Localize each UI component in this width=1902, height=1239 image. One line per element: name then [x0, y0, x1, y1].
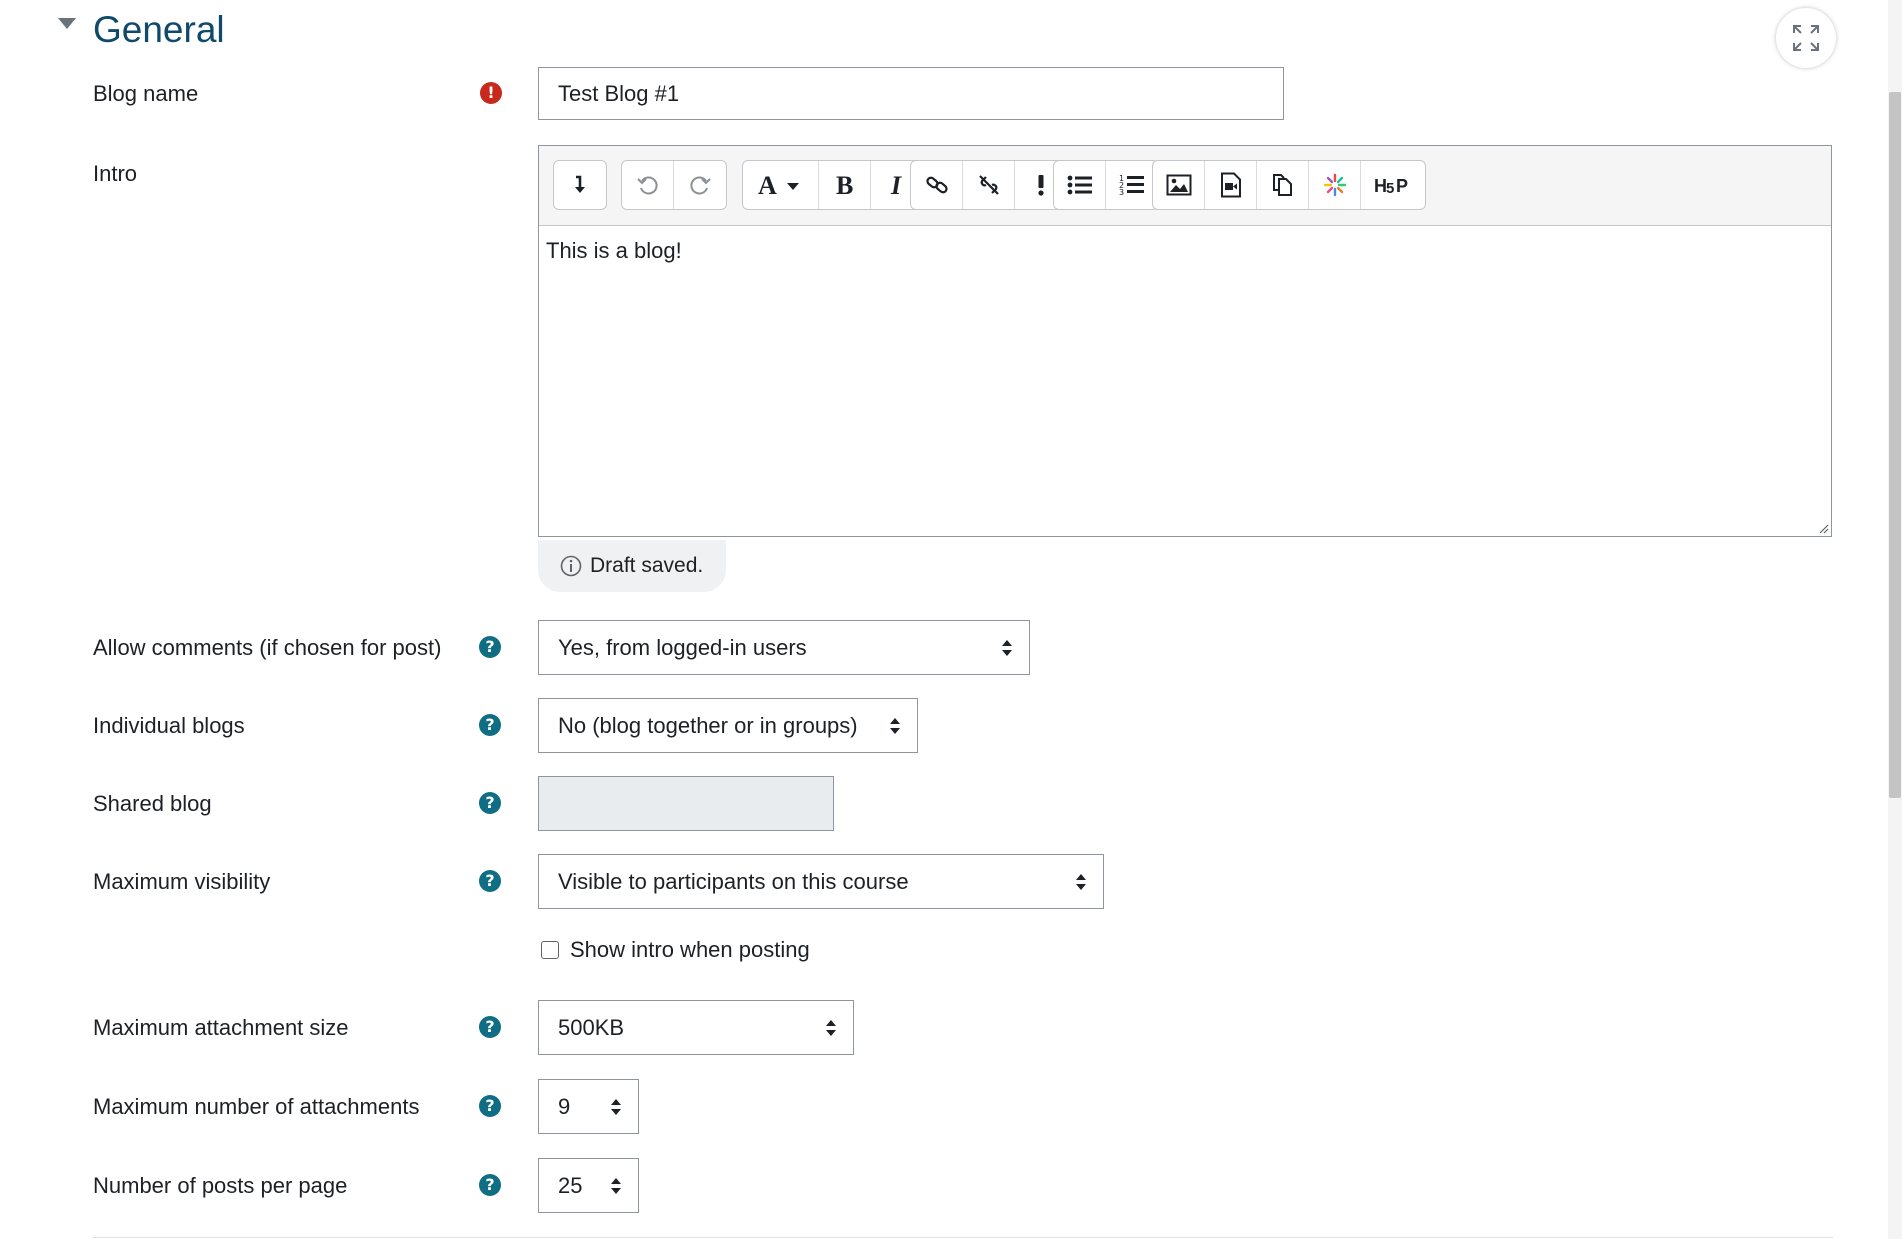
draft-status-text: Draft saved.: [590, 554, 704, 577]
select-arrows-icon: [1076, 874, 1086, 890]
page: General Blog name ! Test Blog #1 Intro A…: [0, 0, 1902, 1239]
undo-icon: [636, 176, 658, 195]
font-style-icon: A: [758, 172, 799, 198]
toolbar-group-media: H5P: [1152, 160, 1426, 210]
shared-blog-label: Shared blog: [93, 791, 212, 816]
intro-label: Intro: [93, 161, 138, 186]
svg-text:I: I: [890, 172, 902, 198]
max-visibility-select[interactable]: Visible to participants on this course: [538, 854, 1104, 909]
resize-handle-icon[interactable]: [1817, 522, 1829, 534]
max-attachment-size-select[interactable]: 500KB: [538, 1000, 854, 1055]
select-arrows-icon: [890, 718, 900, 734]
help-icon[interactable]: ?: [479, 1174, 501, 1196]
help-icon[interactable]: ?: [479, 714, 501, 736]
max-visibility-label: Maximum visibility: [93, 869, 271, 894]
redo-button[interactable]: [674, 161, 726, 209]
show-more-buttons[interactable]: [554, 161, 606, 209]
toolbar-group-history: [621, 160, 727, 210]
individual-blogs-label: Individual blogs: [93, 713, 245, 738]
toolbar-group-links: [910, 160, 1068, 210]
bold-button[interactable]: B: [819, 161, 871, 209]
unordered-list-icon: [1067, 175, 1092, 195]
max-attachments-label: Maximum number of attachments: [93, 1094, 420, 1119]
paragraph-styles-button[interactable]: A: [743, 161, 819, 209]
intro-editor-content[interactable]: This is a blog!: [539, 226, 1831, 536]
draft-status: Draft saved.: [538, 540, 726, 592]
select-arrows-icon: [611, 1099, 621, 1115]
max-attachments-value: 9: [558, 1094, 571, 1119]
svg-text:P: P: [1396, 176, 1408, 196]
h5p-icon: H5P: [1374, 176, 1408, 196]
redo-icon: [690, 176, 711, 195]
section-divider: [93, 1237, 1833, 1238]
show-intro-label[interactable]: Show intro when posting: [570, 936, 810, 964]
allow-comments-label: Allow comments (if chosen for post): [93, 635, 442, 660]
scrollbar-thumb[interactable]: [1889, 92, 1901, 798]
toolbar-group-lists: 123: [1053, 160, 1159, 210]
blog-name-input[interactable]: Test Blog #1: [538, 67, 1284, 120]
max-attachment-size-value: 500KB: [558, 1015, 625, 1040]
info-icon: [560, 555, 582, 577]
svg-text:5: 5: [1386, 180, 1394, 196]
individual-blogs-select[interactable]: No (blog together or in groups): [538, 698, 918, 753]
posts-per-page-value: 25: [558, 1173, 583, 1198]
help-icon[interactable]: ?: [479, 1016, 501, 1038]
section-title[interactable]: General: [93, 6, 225, 54]
show-intro-checkbox[interactable]: [541, 941, 559, 959]
help-icon[interactable]: ?: [479, 870, 501, 892]
manage-files-button[interactable]: [1257, 161, 1309, 209]
insert-image-button[interactable]: [1153, 161, 1205, 209]
files-icon: [1272, 174, 1292, 196]
unlink-icon: [978, 175, 999, 195]
max-attachment-size-label: Maximum attachment size: [93, 1015, 349, 1040]
help-icon[interactable]: ?: [479, 792, 501, 814]
unlink-button[interactable]: [963, 161, 1015, 209]
individual-blogs-value: No (blog together or in groups): [558, 713, 858, 738]
shared-blog-select: [538, 776, 834, 831]
help-icon[interactable]: ?: [479, 636, 501, 658]
allow-comments-value: Yes, from logged-in users: [558, 635, 807, 660]
ordered-list-button[interactable]: 123: [1106, 161, 1158, 209]
recordrtc-button[interactable]: [1309, 161, 1361, 209]
svg-text:A: A: [758, 172, 777, 198]
required-icon: !: [480, 82, 502, 104]
select-arrows-icon: [611, 1178, 621, 1194]
undo-button[interactable]: [622, 161, 674, 209]
select-arrows-icon: [826, 1020, 836, 1036]
media-file-icon: [1220, 172, 1241, 198]
editor-toolbar: A B I U: [539, 146, 1831, 226]
select-arrows-icon: [1002, 640, 1012, 656]
svg-text:3: 3: [1119, 188, 1124, 197]
unordered-list-button[interactable]: [1054, 161, 1106, 209]
exclamation-icon: [1038, 175, 1044, 196]
link-button[interactable]: [911, 161, 963, 209]
collapse-caret-icon[interactable]: [58, 18, 76, 29]
expand-icon: [1793, 25, 1819, 51]
intro-editor: A B I U: [538, 145, 1832, 537]
blog-name-label: Blog name: [93, 81, 199, 106]
link-icon: [925, 176, 948, 194]
help-icon[interactable]: ?: [479, 1095, 501, 1117]
insert-media-button[interactable]: [1205, 161, 1257, 209]
expand-all-button[interactable]: [1776, 8, 1836, 68]
image-icon: [1166, 174, 1191, 196]
posts-per-page-label: Number of posts per page: [93, 1173, 348, 1198]
max-attachments-select[interactable]: 9: [538, 1079, 639, 1134]
max-visibility-value: Visible to participants on this course: [558, 869, 909, 894]
bold-icon: B: [836, 172, 853, 198]
svg-text:B: B: [836, 172, 853, 198]
show-more-icon: [575, 175, 585, 193]
allow-comments-select[interactable]: Yes, from logged-in users: [538, 620, 1030, 675]
sparkle-icon: [1323, 173, 1346, 197]
ordered-list-icon: 123: [1119, 174, 1144, 197]
italic-icon: I: [890, 172, 902, 198]
toolbar-group-collapse: [553, 160, 607, 210]
posts-per-page-select[interactable]: 25: [538, 1158, 639, 1213]
h5p-button[interactable]: H5P: [1361, 161, 1425, 209]
